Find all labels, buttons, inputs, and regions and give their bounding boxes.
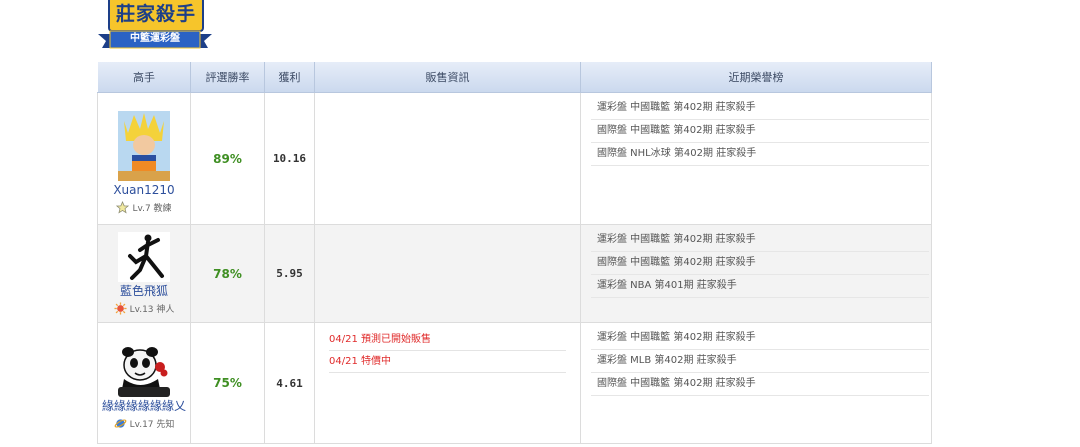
win-rate: 89% bbox=[190, 92, 265, 225]
level-label: Lv.7 教練 bbox=[132, 203, 172, 214]
profit-value: 5.95 bbox=[264, 224, 315, 323]
logo-subtitle: 中籃運彩盤 bbox=[130, 33, 180, 44]
header-honor-list: 近期榮譽榜 bbox=[580, 62, 932, 93]
honor-item: 國際盤 中國職籃 第402期 莊家殺手 bbox=[591, 373, 929, 396]
level-info: Lv.7 教練 bbox=[98, 200, 190, 214]
honor-item: 運彩盤 MLB 第402期 莊家殺手 bbox=[591, 350, 929, 373]
honor-item: 國際盤 中國職籃 第402期 莊家殺手 bbox=[591, 120, 929, 143]
honor-item: 運彩盤 中國職籃 第402期 莊家殺手 bbox=[591, 327, 929, 350]
honor-item: 國際盤 中國職籃 第402期 莊家殺手 bbox=[591, 252, 929, 275]
expert-name[interactable]: Xuan1210 bbox=[98, 183, 190, 198]
table-row: Xuan1210 Lv.7 教練 89% 10.16 運彩盤 中國職籃 第402… bbox=[97, 92, 932, 225]
level-label: Lv.13 神人 bbox=[129, 305, 175, 315]
level-info: Lv.13 神人 bbox=[98, 302, 190, 315]
sales-info-cell bbox=[314, 224, 581, 323]
header-sales-info: 販售資訊 bbox=[314, 62, 581, 93]
header-expert: 高手 bbox=[97, 62, 191, 93]
sun-badge-icon bbox=[114, 302, 127, 315]
profit-value: 10.16 bbox=[264, 92, 315, 225]
star-badge-icon bbox=[116, 200, 130, 214]
sales-info-cell bbox=[314, 92, 581, 225]
avatar[interactable] bbox=[118, 110, 170, 181]
win-rate: 75% bbox=[190, 322, 265, 444]
honor-cell: 運彩盤 中國職籃 第402期 莊家殺手 運彩盤 MLB 第402期 莊家殺手 國… bbox=[580, 322, 932, 444]
site-logo[interactable]: 莊家殺手 中籃運彩盤 bbox=[98, 0, 212, 54]
expert-name[interactable]: 藍色飛狐 bbox=[98, 284, 190, 299]
expert-cell: Xuan1210 Lv.7 教練 bbox=[97, 92, 191, 225]
table-row: 緣緣緣緣緣緣乂 Lv.17 先知 75% 4.61 04/21 預測已開始販售 … bbox=[97, 322, 932, 444]
table-header: 高手 評選勝率 獲利 販售資訊 近期榮譽榜 bbox=[97, 62, 932, 93]
profit-value: 4.61 bbox=[264, 322, 315, 444]
level-label: Lv.17 先知 bbox=[129, 419, 175, 430]
honor-cell: 運彩盤 中國職籃 第402期 莊家殺手 國際盤 中國職籃 第402期 莊家殺手 … bbox=[580, 224, 932, 323]
header-profit: 獲利 bbox=[264, 62, 315, 93]
expert-name[interactable]: 緣緣緣緣緣緣乂 bbox=[98, 399, 190, 414]
table-row: 藍色飛狐 Lv.13 神人 78% 5.95 運彩盤 中國職籃 第402期 莊家… bbox=[97, 224, 932, 323]
sales-item-link[interactable]: 04/21 預測已開始販售 bbox=[329, 329, 566, 351]
honor-item: 國際盤 NHL冰球 第402期 莊家殺手 bbox=[591, 143, 929, 166]
honor-item: 運彩盤 中國職籃 第402期 莊家殺手 bbox=[591, 97, 929, 120]
expert-cell: 藍色飛狐 Lv.13 神人 bbox=[97, 224, 191, 323]
expert-table: 高手 評選勝率 獲利 販售資訊 近期榮譽榜 Xuan1210 Lv.7 教練 8… bbox=[97, 62, 932, 444]
honor-item: 運彩盤 中國職籃 第402期 莊家殺手 bbox=[591, 229, 929, 252]
sales-item-link[interactable]: 04/21 特價中 bbox=[329, 351, 566, 373]
planet-badge-icon bbox=[114, 418, 126, 428]
expert-cell: 緣緣緣緣緣緣乂 Lv.17 先知 bbox=[97, 322, 191, 444]
avatar[interactable] bbox=[118, 342, 170, 397]
level-info: Lv.17 先知 bbox=[98, 417, 190, 430]
header-win-rate: 評選勝率 bbox=[190, 62, 265, 93]
honor-cell: 運彩盤 中國職籃 第402期 莊家殺手 國際盤 中國職籃 第402期 莊家殺手 … bbox=[580, 92, 932, 225]
avatar[interactable] bbox=[118, 232, 170, 282]
honor-item: 運彩盤 NBA 第401期 莊家殺手 bbox=[591, 275, 929, 298]
logo-title: 莊家殺手 bbox=[108, 0, 204, 32]
win-rate: 78% bbox=[190, 224, 265, 323]
sales-info-cell: 04/21 預測已開始販售 04/21 特價中 bbox=[314, 322, 581, 444]
